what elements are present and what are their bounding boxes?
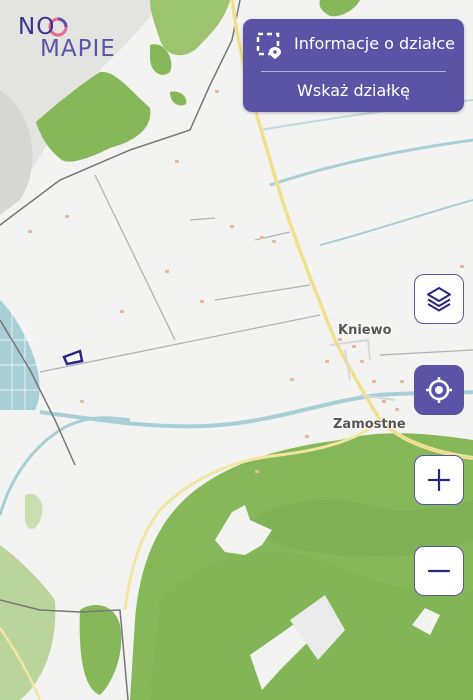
parcel-panel: Informacje o działce Wskaż działkę xyxy=(243,19,464,112)
zoom-in-button[interactable] xyxy=(414,455,464,505)
zoom-out-button[interactable] xyxy=(414,546,464,596)
layers-button[interactable] xyxy=(414,274,464,324)
layers-icon xyxy=(427,287,451,312)
minus-icon xyxy=(427,569,451,573)
place-label-zamostne: Zamostne xyxy=(333,417,406,432)
point-parcel-label: Wskaż działkę xyxy=(297,81,410,100)
plus-icon xyxy=(427,468,451,492)
locate-button[interactable] xyxy=(414,365,464,415)
place-label-kniewo: Kniewo xyxy=(338,323,392,338)
panel-divider xyxy=(261,71,446,72)
parcel-info-button[interactable]: Informacje o działce xyxy=(243,19,464,70)
logo-text-bottom: MAPIE xyxy=(40,36,116,62)
app-logo: NO MAPIE xyxy=(18,14,138,68)
parcel-select-icon xyxy=(256,32,281,59)
parcel-info-label: Informacje o działce xyxy=(294,34,456,53)
point-parcel-button[interactable]: Wskaż działkę xyxy=(243,73,464,111)
locate-icon xyxy=(426,377,452,403)
